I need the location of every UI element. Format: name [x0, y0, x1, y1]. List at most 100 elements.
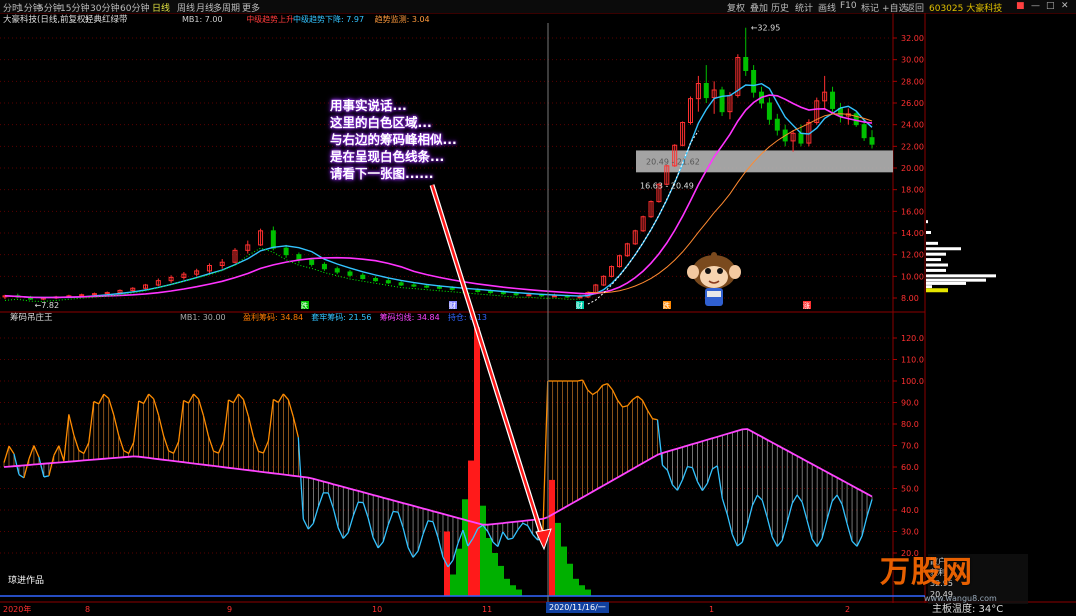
chip-line-segment [532, 534, 539, 541]
candle-body [513, 293, 519, 296]
chip-bar [579, 585, 585, 596]
menu-icon[interactable]: ■ [1016, 1, 1025, 11]
chip-line-segment [652, 418, 658, 421]
x-tick-label: 2 [845, 605, 850, 614]
toolbar-action-5[interactable]: F10 [840, 1, 857, 11]
chip-line-segment [277, 393, 284, 403]
chip-line-segment [746, 505, 753, 526]
candle-body [774, 118, 780, 131]
candle-body [449, 287, 455, 290]
y-tick-label: 110.0 [901, 356, 924, 365]
chip-bar [549, 479, 555, 596]
candle-body [436, 286, 442, 289]
chip-line-segment [98, 393, 105, 405]
chip-line-segment [402, 527, 409, 548]
chip-line-segment [417, 534, 424, 552]
chip-line-segment [232, 393, 240, 404]
chip-line-segment [756, 494, 763, 501]
chip-line-segment [217, 441, 225, 454]
chip-line-segment [352, 501, 359, 517]
chip-line-segment [612, 389, 619, 401]
event-marker-label: 跌 [301, 301, 308, 310]
chip-line-segment [387, 511, 394, 526]
band-label: 16.63 - 20.49 [640, 181, 694, 190]
maximize-icon[interactable]: □ [1046, 1, 1055, 11]
top-legend-item: 中级趋势下降: 7.97 [293, 14, 364, 24]
chip-line-segment [108, 398, 115, 416]
candle-body [488, 291, 494, 294]
minimize-icon[interactable]: — [1031, 1, 1040, 11]
y-tick-label: 12.00 [901, 251, 924, 260]
bottom-legend: MB1: 30.00 盈利筹码: 34.84 套牢筹码: 21.56 筹码均线: 34… [180, 312, 487, 322]
event-marker-label: 涨 [803, 301, 810, 310]
close-icon[interactable]: ✕ [1061, 1, 1069, 11]
chip-line-segment [372, 537, 379, 549]
chip-line-segment [302, 518, 309, 530]
chip-line-segment [527, 525, 534, 535]
chip-line-segment [582, 379, 589, 391]
y-tick-label: 18.00 [901, 186, 924, 195]
chip-line-segment [312, 506, 319, 524]
chip-line-segment [43, 475, 50, 478]
profile-bar [926, 274, 996, 278]
temperature-status: 主板温度: 34°C [932, 604, 1004, 615]
y-tick-label: 60.0 [901, 463, 919, 472]
chip-line-segment [393, 510, 399, 513]
chip-line-segment [258, 450, 264, 454]
chip-bar [498, 565, 504, 596]
chip-line-segment [148, 393, 155, 400]
chip-line-segment [173, 441, 180, 454]
candle-body [360, 274, 366, 279]
x-tick-label: 8 [85, 605, 90, 614]
candle-body [500, 292, 506, 295]
chip-line-segment [38, 457, 45, 478]
chip-line-segment [427, 520, 434, 523]
profile-bar-current [926, 288, 948, 293]
chip-line-segment [367, 517, 374, 538]
chip-line-segment [317, 492, 324, 508]
chip-line-segment [751, 494, 758, 507]
x-axis: 2020年 8 9 10 11 1 2 [3, 604, 850, 614]
y-tick-label: 40.0 [901, 506, 919, 515]
callout-text: 用事实说话... 这里的白色区域... 与右边的筹码峰相似... 是在呈现白色线… [330, 97, 465, 182]
candle-body [385, 280, 391, 284]
chip-line-segment [342, 532, 349, 539]
profile-bar [926, 247, 961, 251]
chip-line-segment [83, 442, 90, 454]
chip-line-segment [8, 445, 15, 455]
chip-line-segment [602, 383, 608, 386]
chip-line-segment [856, 535, 863, 547]
chip-line-segment [721, 498, 728, 515]
chip-line-segment [153, 398, 160, 416]
chip-line-segment [592, 390, 598, 396]
event-marker-label: 财 [449, 301, 456, 310]
chip-line-segment [836, 494, 843, 505]
chip-bar [456, 548, 462, 596]
chip-line-segment [138, 400, 144, 405]
profile-bar [926, 281, 966, 285]
chip-line-segment [741, 525, 748, 543]
chip-line-segment [188, 393, 195, 404]
y-tick-label: 32.00 [901, 34, 924, 43]
y-tick-label: 24.00 [901, 121, 924, 130]
profile-bar [926, 220, 928, 224]
candle-body [798, 132, 804, 144]
chip-line-segment [716, 465, 723, 499]
chip-line-segment [23, 458, 30, 479]
chip-line-segment [252, 436, 260, 452]
chip-line-segment [143, 393, 150, 404]
chip-bar [516, 589, 522, 596]
chip-line-segment [297, 437, 304, 520]
event-marker-label: 跌 [663, 301, 670, 310]
chip-line-segment [542, 380, 549, 537]
x-tick-label: 10 [372, 605, 382, 614]
y-tick-label: 10.00 [901, 272, 924, 281]
chip-line-segment [18, 473, 25, 479]
y-tick-label: 8.00 [901, 294, 919, 303]
chip-line-segment [213, 450, 219, 454]
y-tick-label: 16.00 [901, 207, 924, 216]
chip-line-segment [761, 500, 768, 518]
chip-line-segment [432, 521, 439, 538]
top-y-axis: 32.00 30.00 28.00 26.00 24.00 22.00 20.00 18.00… [893, 34, 924, 303]
candle-body [334, 268, 340, 273]
